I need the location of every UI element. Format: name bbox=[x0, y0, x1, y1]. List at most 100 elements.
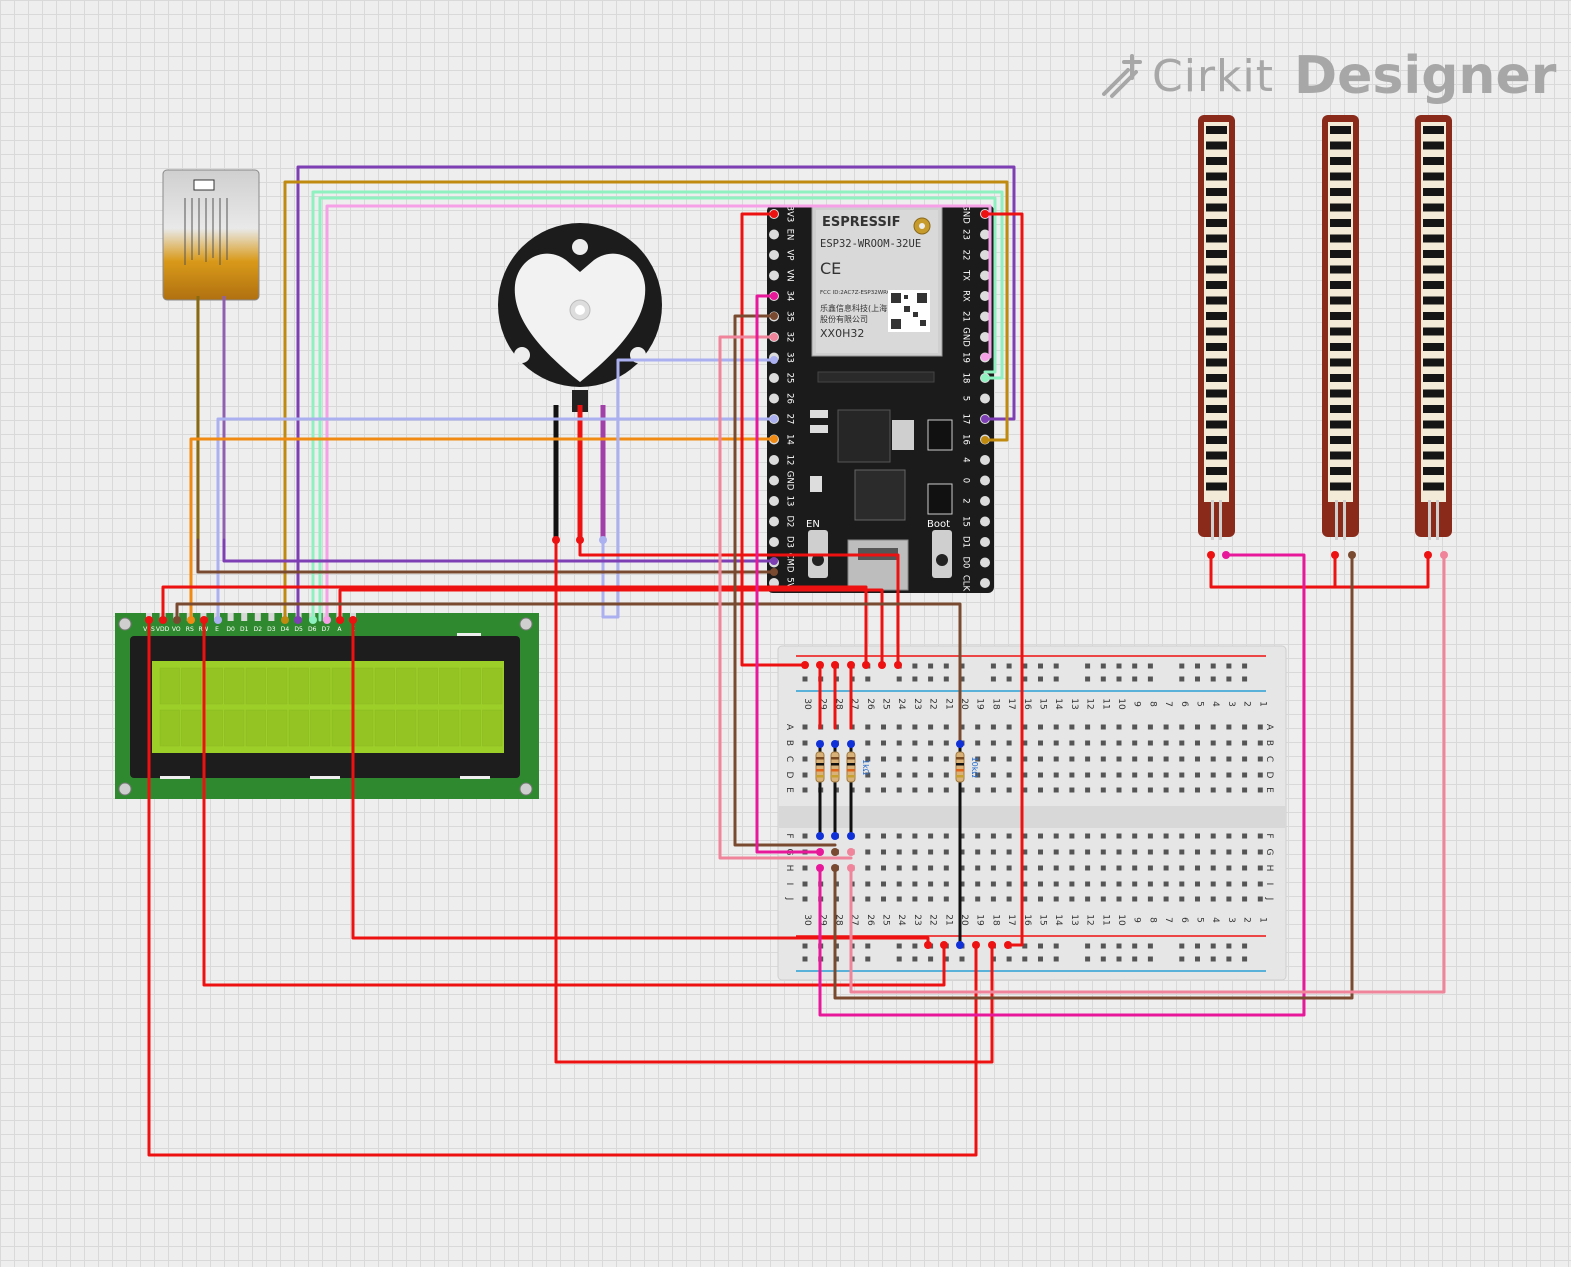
wire-endpoint[interactable] bbox=[599, 536, 607, 544]
esp32-pin[interactable] bbox=[769, 393, 779, 404]
wire-endpoint[interactable] bbox=[831, 848, 839, 856]
wire-endpoint[interactable] bbox=[981, 374, 989, 382]
lcd-pin[interactable] bbox=[268, 613, 275, 621]
wire-endpoint[interactable] bbox=[956, 941, 964, 949]
wire-endpoint[interactable] bbox=[981, 210, 989, 218]
wire-endpoint[interactable] bbox=[816, 661, 824, 669]
esp32-pin[interactable] bbox=[980, 537, 990, 547]
wire-endpoint[interactable] bbox=[816, 832, 824, 840]
esp32-pin[interactable] bbox=[769, 455, 779, 465]
wire-endpoint[interactable] bbox=[770, 568, 778, 576]
wire-endpoint[interactable] bbox=[159, 616, 167, 624]
wire-endpoint[interactable] bbox=[336, 616, 344, 624]
breadboard-column-label: 10 bbox=[1116, 698, 1126, 710]
wire-endpoint[interactable] bbox=[1440, 551, 1448, 559]
wire-endpoint[interactable] bbox=[770, 356, 778, 364]
esp32-pin[interactable] bbox=[980, 393, 990, 404]
esp32-pin[interactable] bbox=[769, 475, 779, 486]
wire-endpoint[interactable] bbox=[1424, 551, 1432, 559]
wire-endpoint[interactable] bbox=[816, 864, 824, 872]
wire[interactable] bbox=[189, 437, 776, 622]
wire[interactable] bbox=[222, 538, 776, 563]
esp32-pin[interactable] bbox=[769, 496, 779, 506]
wire[interactable] bbox=[608, 358, 776, 619]
wire-endpoint[interactable] bbox=[878, 661, 886, 669]
flex-sensor bbox=[1198, 115, 1235, 540]
wire-endpoint[interactable] bbox=[200, 616, 208, 624]
esp32-pin[interactable] bbox=[769, 250, 779, 260]
wire-endpoint[interactable] bbox=[770, 557, 778, 565]
esp32-pin-label: 15 bbox=[961, 516, 971, 527]
wire-endpoint[interactable] bbox=[816, 740, 824, 748]
esp32-pin-label: 35 bbox=[785, 311, 795, 322]
wire-endpoint[interactable] bbox=[770, 333, 778, 341]
wire-endpoint[interactable] bbox=[972, 941, 980, 949]
wire-endpoint[interactable] bbox=[831, 832, 839, 840]
esp32-pin[interactable] bbox=[769, 373, 779, 383]
wire-endpoint[interactable] bbox=[847, 661, 855, 669]
breadboard-row-label: F bbox=[784, 833, 794, 838]
wire-endpoint[interactable] bbox=[981, 353, 989, 361]
wire-endpoint[interactable] bbox=[831, 864, 839, 872]
wire-endpoint[interactable] bbox=[1222, 551, 1230, 559]
wire-endpoint[interactable] bbox=[187, 616, 195, 624]
wire-endpoint[interactable] bbox=[847, 740, 855, 748]
wire-endpoint[interactable] bbox=[770, 312, 778, 320]
lcd-pin[interactable] bbox=[241, 613, 248, 621]
lcd-pin[interactable] bbox=[227, 613, 234, 621]
wire-endpoint[interactable] bbox=[894, 661, 902, 669]
wire-endpoint[interactable] bbox=[770, 435, 778, 443]
wire-endpoint[interactable] bbox=[847, 848, 855, 856]
esp32-pin-label: 23 bbox=[961, 229, 971, 240]
wire-endpoint[interactable] bbox=[924, 941, 932, 949]
breadboard-column-label: 17 bbox=[1006, 914, 1016, 925]
esp32-maker-cn: 乐鑫信息科技(上海) bbox=[820, 303, 890, 313]
wire-endpoint[interactable] bbox=[981, 415, 989, 423]
esp32-pin[interactable] bbox=[980, 516, 990, 527]
wire-endpoint[interactable] bbox=[1004, 941, 1012, 949]
wire-endpoint[interactable] bbox=[173, 616, 181, 624]
wire-endpoint[interactable] bbox=[831, 661, 839, 669]
esp32-pin[interactable] bbox=[980, 455, 990, 465]
boot-label: Boot bbox=[927, 519, 950, 530]
wire-endpoint[interactable] bbox=[831, 740, 839, 748]
wire-endpoint[interactable] bbox=[349, 616, 357, 624]
en-label: EN bbox=[806, 519, 820, 530]
wire-endpoint[interactable] bbox=[956, 740, 964, 748]
wire-endpoint[interactable] bbox=[281, 616, 289, 624]
wire-endpoint[interactable] bbox=[801, 661, 809, 669]
wire-endpoint[interactable] bbox=[1207, 551, 1215, 559]
wire-endpoint[interactable] bbox=[847, 832, 855, 840]
esp32-pin[interactable] bbox=[769, 537, 779, 547]
wire-endpoint[interactable] bbox=[770, 292, 778, 300]
esp32-pin[interactable] bbox=[769, 270, 779, 281]
esp32-pin[interactable] bbox=[980, 475, 990, 486]
lcd-pin[interactable] bbox=[254, 613, 261, 621]
wire-endpoint[interactable] bbox=[214, 616, 222, 624]
esp32-maker-cn2: 股份有限公司 bbox=[820, 314, 868, 324]
wire[interactable] bbox=[1209, 553, 1430, 589]
wire-endpoint[interactable] bbox=[1331, 551, 1339, 559]
wire-endpoint[interactable] bbox=[770, 415, 778, 423]
wire-endpoint[interactable] bbox=[981, 436, 989, 444]
wire-endpoint[interactable] bbox=[1348, 551, 1356, 559]
esp32-pin[interactable] bbox=[769, 516, 779, 527]
wire-endpoint[interactable] bbox=[294, 616, 302, 624]
breadboard-column-label: 5 bbox=[1195, 701, 1205, 707]
esp32-pin[interactable] bbox=[769, 229, 779, 240]
esp32-pin[interactable] bbox=[980, 578, 990, 588]
wire-endpoint[interactable] bbox=[816, 848, 824, 856]
esp32-pin[interactable] bbox=[980, 496, 990, 506]
breadboard-column-label: 14 bbox=[1053, 698, 1063, 710]
wire-endpoint[interactable] bbox=[576, 536, 584, 544]
wire-endpoint[interactable] bbox=[323, 616, 331, 624]
wire-endpoint[interactable] bbox=[145, 616, 153, 624]
wire-endpoint[interactable] bbox=[552, 536, 560, 544]
wire-endpoint[interactable] bbox=[770, 210, 778, 218]
wire-endpoint[interactable] bbox=[847, 864, 855, 872]
wire-endpoint[interactable] bbox=[862, 661, 870, 669]
wire-endpoint[interactable] bbox=[940, 941, 948, 949]
esp32-pin[interactable] bbox=[980, 557, 990, 568]
wire-endpoint[interactable] bbox=[309, 616, 317, 624]
wire-endpoint[interactable] bbox=[988, 941, 996, 949]
